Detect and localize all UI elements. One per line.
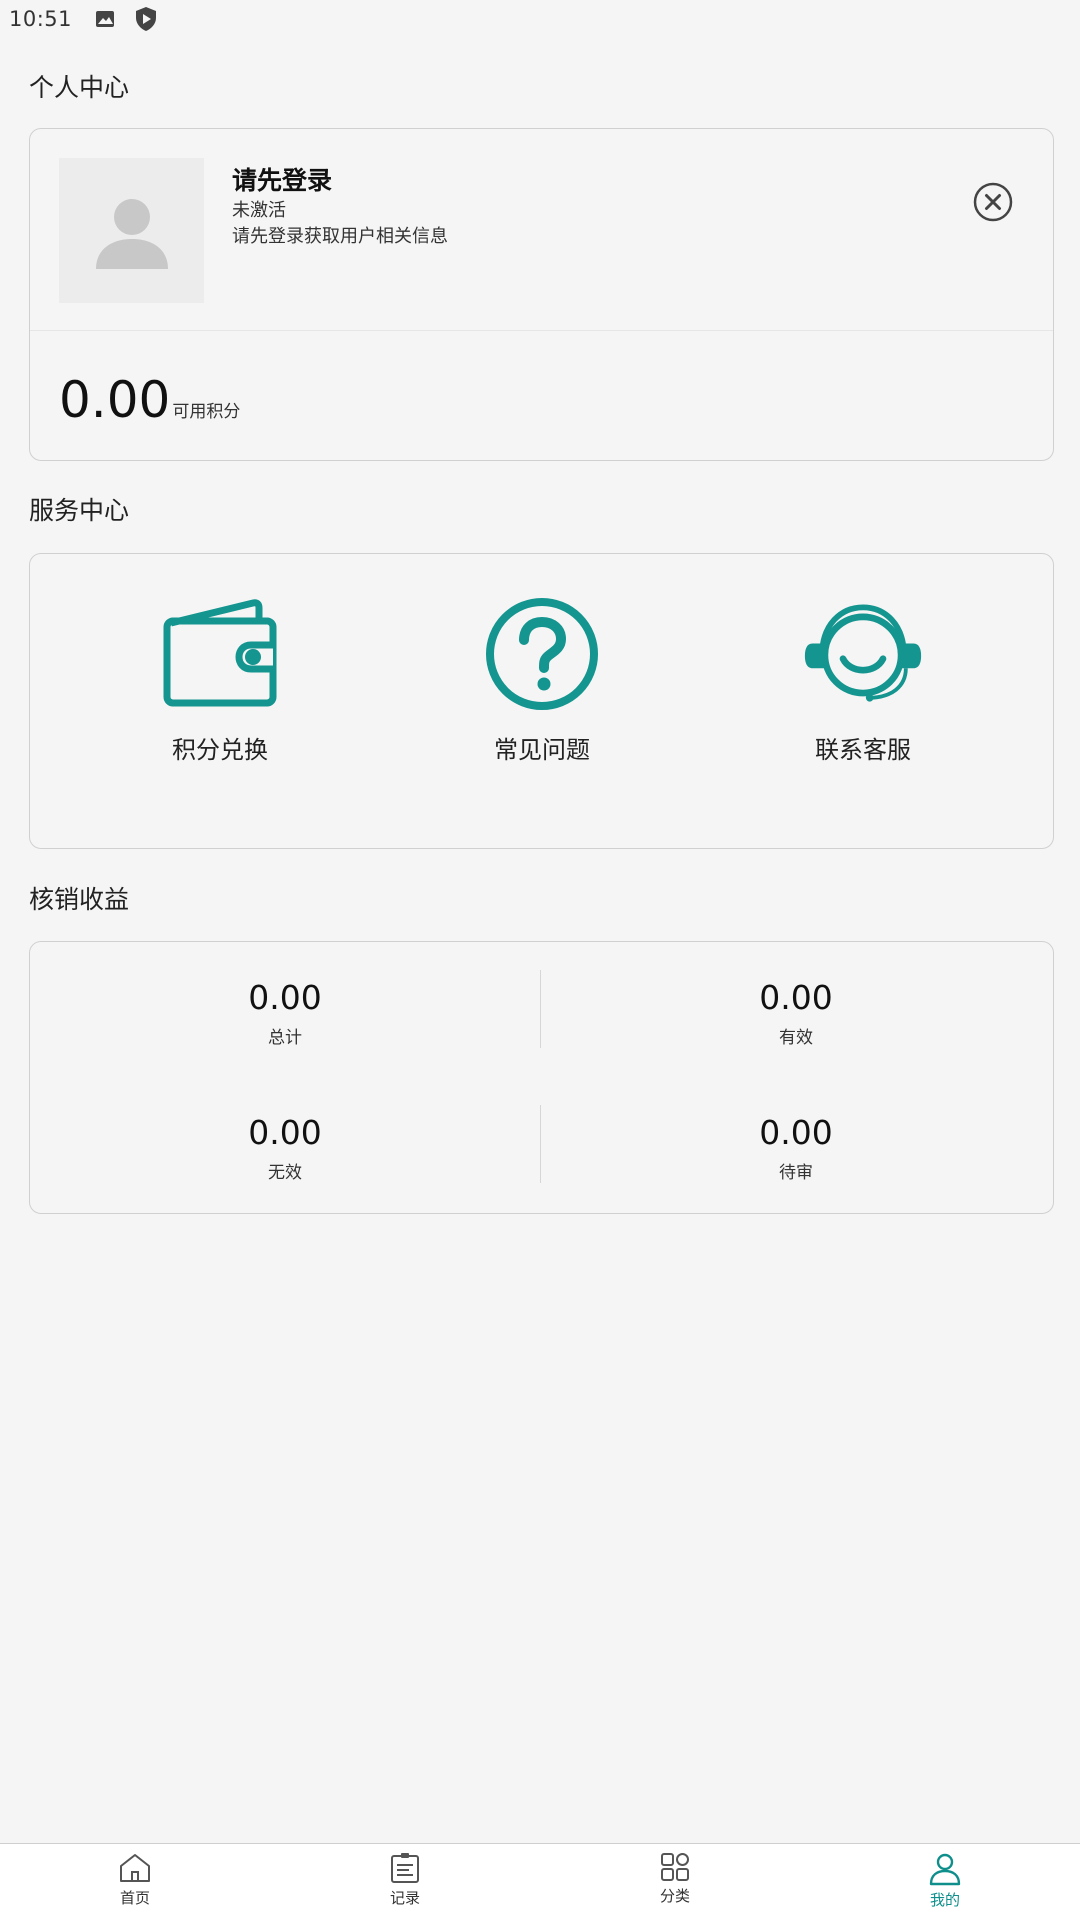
avatar[interactable] <box>59 158 204 303</box>
stat-invalid: 0.00 无效 <box>185 1113 385 1183</box>
stat-value: 0.00 <box>759 978 833 1017</box>
service-label: 常见问题 <box>494 736 590 764</box>
grid-icon <box>661 1853 689 1881</box>
stat-divider <box>540 970 541 1048</box>
available-points: 0.00 可用积分 <box>59 371 240 429</box>
question-circle-icon <box>486 598 598 710</box>
section-title-personal: 个人中心 <box>29 73 130 102</box>
stat-divider <box>540 1105 541 1183</box>
service-points-exchange[interactable]: 积分兑换 <box>120 594 320 765</box>
clipboard-icon <box>391 1853 419 1883</box>
nav-item-records[interactable]: 记录 <box>345 1852 465 1908</box>
wallet-icon <box>163 599 277 707</box>
close-circle-icon <box>973 182 1013 222</box>
account-status: 未激活 <box>232 200 286 221</box>
nav-label: 首页 <box>119 1889 150 1907</box>
home-icon <box>120 1854 150 1882</box>
nav-item-mine[interactable]: 我的 <box>885 1852 1005 1910</box>
login-hint: 请先登录获取用户相关信息 <box>232 226 448 247</box>
bottom-nav: 首页 记录 分类 我的 <box>0 1843 1080 1920</box>
earnings-card: 0.00 总计 0.00 有效 0.00 无效 0.00 待审 <box>29 941 1054 1214</box>
stat-total: 0.00 总计 <box>185 978 385 1048</box>
nav-item-home[interactable]: 首页 <box>75 1852 195 1908</box>
services-card: 积分兑换 常见问题 联系客服 <box>29 553 1054 849</box>
stat-valid: 0.00 有效 <box>696 978 896 1048</box>
user-icon <box>929 1853 961 1886</box>
section-title-earnings: 核销收益 <box>29 885 130 914</box>
status-time: 10:51 <box>9 7 73 31</box>
stat-label: 无效 <box>268 1163 302 1183</box>
profile-page: 10:51 个人中心 请先登录 未激活 请先登录获取用户相关信息 0.00 可用… <box>0 0 1080 1920</box>
nav-label: 我的 <box>929 1891 960 1909</box>
section-title-services: 服务中心 <box>29 496 130 525</box>
points-label: 可用积分 <box>172 402 241 422</box>
close-button[interactable] <box>973 182 1013 222</box>
nav-item-categories[interactable]: 分类 <box>615 1852 735 1906</box>
service-faq[interactable]: 常见问题 <box>442 594 642 765</box>
stat-value: 0.00 <box>248 978 322 1017</box>
stat-value: 0.00 <box>248 1113 322 1152</box>
profile-card: 请先登录 未激活 请先登录获取用户相关信息 0.00 可用积分 <box>29 128 1054 461</box>
stat-label: 总计 <box>268 1028 302 1048</box>
login-prompt-title[interactable]: 请先登录 <box>232 161 332 197</box>
stat-label: 待审 <box>779 1163 813 1183</box>
stat-pending: 0.00 待审 <box>696 1113 896 1183</box>
nav-label: 分类 <box>659 1887 690 1905</box>
default-avatar-icon <box>95 198 168 269</box>
points-value: 0.00 <box>59 371 171 429</box>
service-contact-support[interactable]: 联系客服 <box>763 594 963 765</box>
service-label: 联系客服 <box>815 736 911 764</box>
nav-label: 记录 <box>389 1889 420 1907</box>
image-notification-icon <box>94 8 116 30</box>
card-divider <box>30 330 1053 331</box>
play-shield-icon <box>134 6 158 32</box>
status-bar: 10:51 <box>0 0 1080 38</box>
stat-value: 0.00 <box>759 1113 833 1152</box>
customer-service-headset-icon <box>804 604 922 702</box>
stat-label: 有效 <box>779 1028 813 1048</box>
service-label: 积分兑换 <box>172 736 268 764</box>
